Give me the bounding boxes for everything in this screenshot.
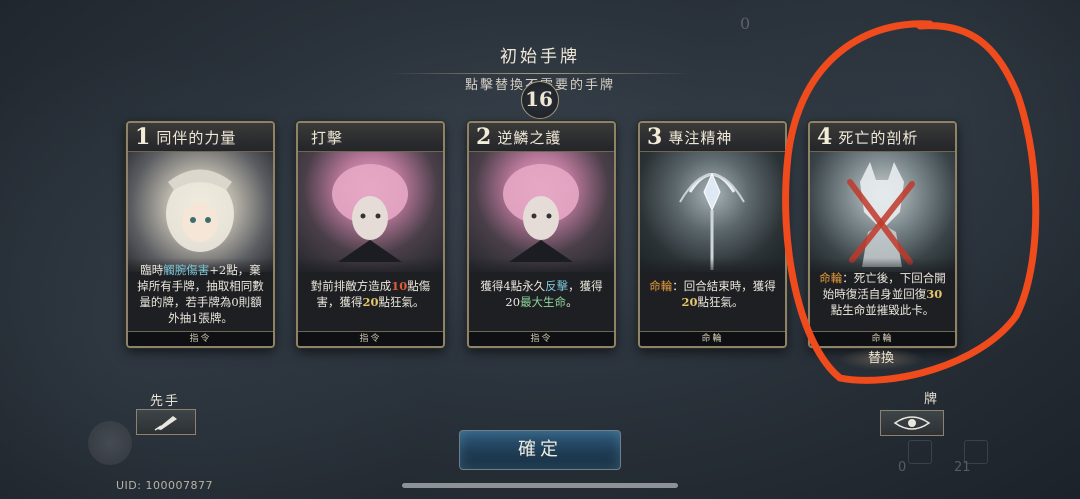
uid-text: UID: 100007877 — [116, 479, 213, 492]
discard-pile-icon — [908, 440, 932, 464]
card-desc-part: 臨時 — [140, 263, 164, 277]
card-art-staff — [640, 152, 785, 272]
card-desc-part: 點狂氣。 — [378, 295, 425, 309]
card-desc-part: 20 — [681, 295, 698, 309]
card-header: 打擊 — [298, 123, 443, 152]
card-desc-part: 。 — [566, 295, 578, 309]
pink-hair-boy-icon — [332, 164, 408, 262]
discard-count: 0 — [898, 460, 907, 475]
card-desc-part: 最大生命 — [520, 295, 567, 309]
avatar — [88, 421, 132, 465]
deck-counter: 16 — [512, 79, 566, 119]
view-deck-button[interactable] — [880, 410, 944, 436]
deck-label: 牌 — [924, 392, 938, 407]
quill-icon — [154, 416, 177, 431]
faded-counter: 0 — [740, 14, 751, 33]
card-desc-part: 對前排敵方造成 — [310, 279, 392, 293]
card-header: 2 逆鱗之護 — [469, 123, 614, 152]
hand-card-4[interactable]: 3 專注精神 命輪：回合結束時，獲得20點狂氣。 命輪 — [638, 121, 787, 348]
eye-icon — [893, 416, 931, 430]
card-desc-part: 20 — [362, 295, 379, 309]
first-player-button[interactable] — [136, 409, 196, 435]
card-type: 指令 — [128, 331, 273, 346]
card-desc-part: 命輪 — [649, 279, 673, 293]
pink-hair-boy-icon — [503, 164, 579, 262]
draw-pile-icon — [964, 440, 988, 464]
hand-card-3[interactable]: 2 逆鱗之護 獲得4點永久反擊，獲得20最大生命。 指令 — [467, 121, 616, 348]
card-name: 打擊 — [311, 128, 344, 147]
card-art-pink-hair — [469, 152, 614, 272]
hand-card-2[interactable]: 打擊 對前排敵方造成10點傷害，獲得20點狂氣。 指令 — [296, 121, 445, 348]
card-name: 專注精神 — [668, 128, 733, 147]
staff-icon — [679, 172, 745, 270]
card-description: 對前排敵方造成10點傷害，獲得20點狂氣。 — [298, 258, 443, 330]
hand-card-1[interactable]: 1 同伴的力量 臨時觸腕傷害+2點，棄掉所有手牌，抽取相同數量的牌，若手牌為0則… — [126, 121, 275, 348]
deck-count: 16 — [525, 87, 553, 111]
confirm-button[interactable]: 確定 — [459, 430, 621, 470]
blonde-girl-icon — [166, 169, 234, 252]
card-desc-part: 獲得4點永久 — [480, 279, 546, 293]
card-type: 指令 — [469, 331, 614, 346]
card-cost: 3 — [647, 124, 663, 150]
card-type: 指令 — [298, 331, 443, 346]
card-header: 3 專注精神 — [640, 123, 785, 152]
card-description: 獲得4點永久反擊，獲得20最大生命。 — [469, 258, 614, 330]
first-player-label: 先手 — [150, 394, 181, 409]
card-name: 同伴的力量 — [156, 128, 237, 147]
annotation-circle-icon — [782, 20, 1040, 384]
card-header: 1 同伴的力量 — [128, 123, 273, 152]
card-desc-part: 觸腕傷害 — [163, 263, 210, 277]
card-description: 命輪：回合結束時，獲得 20點狂氣。 — [640, 258, 785, 330]
card-art-pink-hair — [298, 152, 443, 272]
card-cost: 2 — [476, 124, 492, 150]
card-art-blonde-girl — [128, 152, 273, 272]
card-cost: 1 — [135, 124, 151, 150]
card-desc-part: 點狂氣。 — [697, 295, 744, 309]
card-name: 逆鱗之護 — [497, 128, 562, 147]
card-desc-part: 10 — [391, 279, 408, 293]
card-desc-part: 反擊 — [545, 279, 569, 293]
card-desc-part: ：回合結束時，獲得 — [672, 279, 776, 293]
home-indicator — [402, 483, 678, 488]
card-description: 臨時觸腕傷害+2點，棄掉所有手牌，抽取相同數量的牌，若手牌為0則額外抽1張牌。 — [128, 258, 273, 330]
card-type: 命輪 — [640, 331, 785, 346]
